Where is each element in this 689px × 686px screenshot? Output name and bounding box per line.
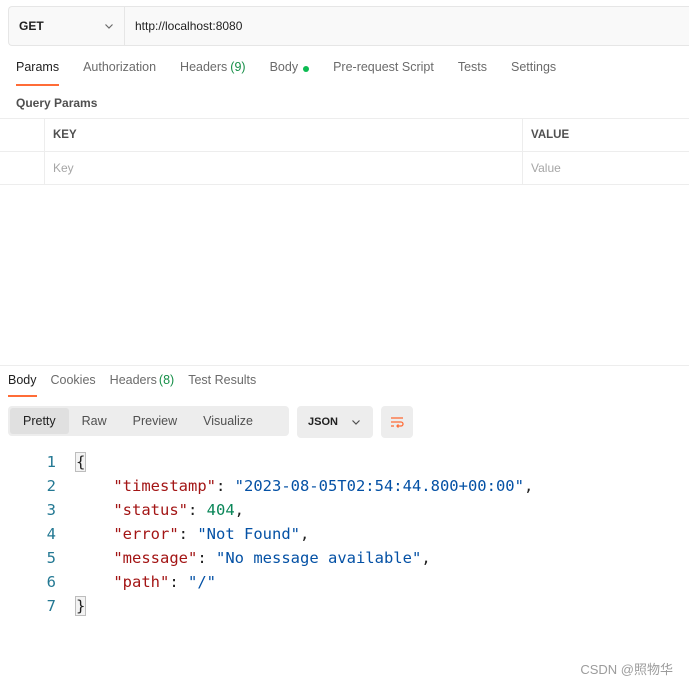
- tab-authorization[interactable]: Authorization: [83, 60, 156, 86]
- tab-body[interactable]: Body: [270, 60, 310, 86]
- json-value: "/": [188, 573, 216, 591]
- line-number: 6: [46, 573, 56, 591]
- watermark: CSDN @照物华: [580, 662, 673, 677]
- open-brace: {: [74, 452, 87, 472]
- line-number: 2: [46, 477, 56, 495]
- code-text: "message": "No message available",: [113, 549, 431, 567]
- json-key: "message": [113, 549, 198, 567]
- view-preview-button[interactable]: Preview: [120, 408, 190, 434]
- key-column-header: KEY: [45, 119, 523, 151]
- query-params-table: KEY VALUE Key Value: [0, 118, 689, 185]
- tab-label: Body: [8, 373, 37, 387]
- tab-headers[interactable]: Headers (9): [180, 60, 246, 86]
- url-input[interactable]: http://localhost:8080: [125, 19, 242, 33]
- checkbox-column: [0, 119, 45, 151]
- response-headers-count: (8): [158, 373, 175, 387]
- json-value: 404: [206, 501, 235, 519]
- code-text: "status": 404,: [113, 501, 244, 519]
- line-number: 7: [46, 597, 56, 615]
- tab-label: Body: [269, 60, 299, 74]
- response-tab-cookies[interactable]: Cookies: [51, 373, 96, 397]
- json-key: "error": [113, 525, 179, 543]
- tab-pre-request-script[interactable]: Pre-request Script: [333, 60, 434, 86]
- code-line: 5 "message": "No message available",: [0, 546, 689, 570]
- json-key: "status": [113, 501, 188, 519]
- format-label: JSON: [308, 416, 338, 428]
- tab-label: Test Results: [188, 373, 257, 387]
- method-select[interactable]: GET: [9, 7, 125, 45]
- json-value: "2023-08-05T02:54:44.800+00:00": [234, 477, 524, 495]
- view-visualize-button[interactable]: Visualize: [190, 408, 266, 434]
- key-input[interactable]: Key: [45, 152, 523, 184]
- code-line: 2 "timestamp": "2023-08-05T02:54:44.800+…: [0, 474, 689, 498]
- line-number: 3: [46, 501, 56, 519]
- query-params-title: Query Params: [16, 96, 98, 110]
- format-select[interactable]: JSON: [297, 406, 373, 438]
- request-bar: GET http://localhost:8080: [8, 6, 689, 46]
- tab-label: Params: [16, 60, 60, 74]
- code-text: {: [56, 452, 87, 472]
- line-number: 4: [46, 525, 56, 543]
- json-comma: ,: [421, 549, 431, 567]
- tab-label: Headers: [109, 373, 157, 387]
- response-tab-body[interactable]: Body: [8, 373, 37, 397]
- headers-count: (9): [230, 60, 246, 74]
- json-key: "timestamp": [113, 477, 216, 495]
- code-line: 1 {: [0, 450, 689, 474]
- response-tabs: Body Cookies Headers (8) Test Results: [8, 373, 270, 397]
- line-number: 5: [46, 549, 56, 567]
- tab-label: Pre-request Script: [333, 60, 434, 74]
- table-header-row: KEY VALUE: [0, 119, 689, 152]
- response-body-code[interactable]: 1 { 2 "timestamp": "2023-08-05T02:54:44.…: [0, 450, 689, 618]
- tab-settings[interactable]: Settings: [511, 60, 556, 86]
- code-text: "path": "/": [113, 573, 216, 591]
- tab-label: Authorization: [83, 60, 157, 74]
- json-value: "No message available": [216, 549, 422, 567]
- json-comma: ,: [523, 477, 534, 495]
- tab-label: Tests: [457, 60, 487, 74]
- code-line: 7 }: [0, 594, 689, 618]
- json-value: "Not Found": [197, 525, 300, 543]
- value-input[interactable]: Value: [523, 152, 689, 184]
- chevron-down-icon: [105, 24, 113, 29]
- wrap-lines-button[interactable]: [381, 406, 413, 438]
- json-comma: ,: [299, 525, 310, 543]
- table-row: Key Value: [0, 152, 689, 185]
- value-column-header: VALUE: [531, 129, 570, 141]
- row-checkbox-cell: [0, 152, 45, 184]
- tab-params[interactable]: Params: [16, 60, 60, 86]
- view-mode-group: Pretty Raw Preview Visualize: [8, 406, 289, 436]
- method-label: GET: [19, 19, 44, 33]
- response-tab-headers[interactable]: Headers (8): [110, 373, 175, 397]
- json-comma: ,: [234, 501, 244, 519]
- code-line: 3 "status": 404,: [0, 498, 689, 522]
- response-tab-test-results[interactable]: Test Results: [188, 373, 256, 397]
- wrap-lines-icon: [391, 417, 404, 428]
- code-text: "error": "Not Found",: [113, 525, 310, 543]
- close-brace: }: [74, 596, 87, 616]
- code-line: 6 "path": "/": [0, 570, 689, 594]
- tab-label: Settings: [511, 60, 557, 74]
- view-raw-button[interactable]: Raw: [69, 408, 120, 434]
- tab-label: Headers: [180, 60, 228, 74]
- code-text: "timestamp": "2023-08-05T02:54:44.800+00…: [113, 477, 534, 495]
- json-key: "path": [113, 573, 170, 591]
- chevron-down-icon: [352, 420, 360, 425]
- view-pretty-button[interactable]: Pretty: [10, 408, 69, 434]
- response-divider[interactable]: [0, 365, 689, 366]
- line-number: 1: [46, 453, 56, 471]
- body-indicator-dot: [303, 66, 310, 72]
- code-text: }: [56, 596, 87, 616]
- request-tabs: Params Authorization Headers (9) Body Pre…: [16, 60, 580, 86]
- code-line: 4 "error": "Not Found",: [0, 522, 689, 546]
- tab-label: Cookies: [50, 373, 96, 387]
- tab-tests[interactable]: Tests: [458, 60, 487, 86]
